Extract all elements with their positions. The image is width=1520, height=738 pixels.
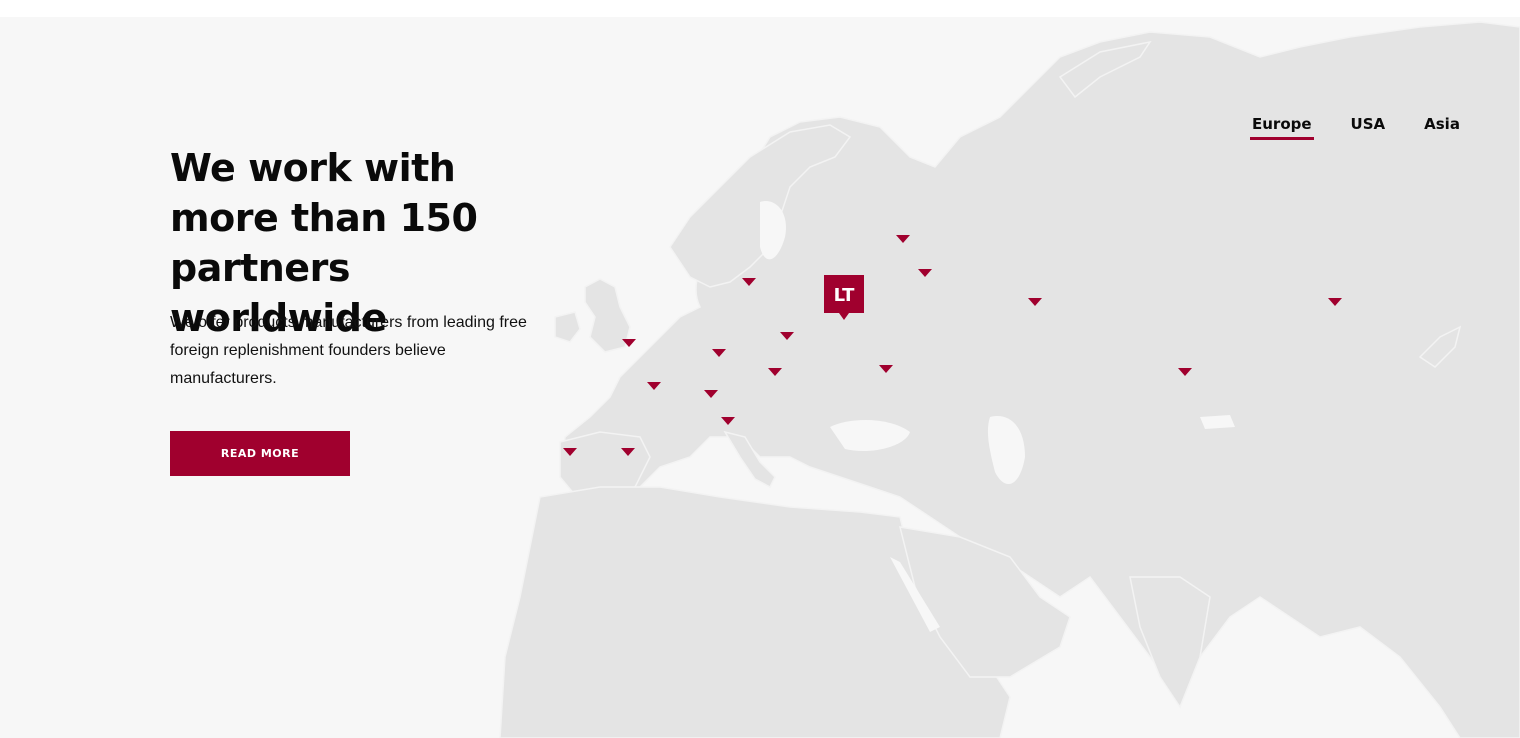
tab-usa[interactable]: USA [1349,113,1388,140]
tab-europe[interactable]: Europe [1250,113,1314,140]
hero-description: We offer products manufacturers from lea… [170,314,527,387]
logo-text: LT [834,285,855,306]
read-more-button[interactable]: READ MORE [170,431,350,476]
region-tabs: Europe USA Asia [1250,113,1462,140]
partners-section: LT We work with more than 150 partners w… [0,17,1520,738]
tab-asia[interactable]: Asia [1422,113,1462,140]
top-bar [0,0,1520,17]
